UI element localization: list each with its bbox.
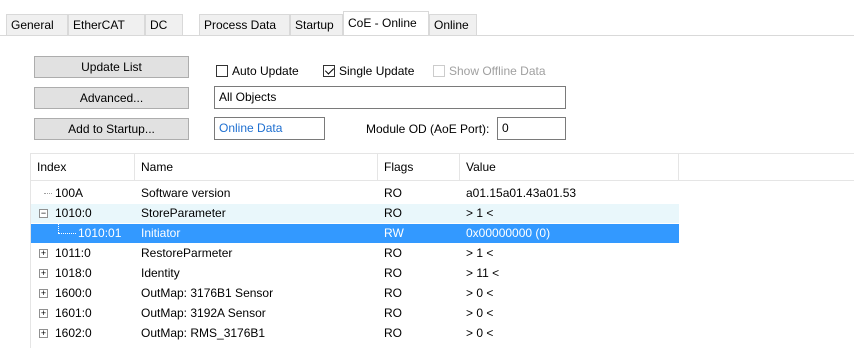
show-offline-data-label: Show Offline Data [449,64,546,78]
table-row[interactable]: 100A Software version RO a01.15a01.43a01… [31,184,679,203]
table-row[interactable]: + 1602:0 OutMap: RMS_3176B1 RO > 0 < [31,324,679,343]
row-flags: RO [384,286,402,300]
table-row-selected[interactable]: 1010:01 Initiator RW 0x00000000 (0) [31,224,679,243]
column-header-index[interactable]: Index [31,154,135,180]
row-index: 100A [55,186,84,200]
table-row[interactable]: + 1600:0 OutMap: 3176B1 Sensor RO > 0 < [31,284,679,303]
row-name: OutMap: RMS_3176B1 [141,326,266,340]
row-name: OutMap: 3176B1 Sensor [141,286,274,300]
row-flags: RO [384,306,402,320]
tab-process-data[interactable]: Process Data [199,14,290,35]
row-flags: RO [384,326,402,340]
row-value: 0x00000000 (0) [466,226,551,240]
column-header-flags[interactable]: Flags [378,154,460,180]
auto-update-checkbox[interactable]: Auto Update [216,63,299,79]
expand-icon[interactable]: + [39,269,48,278]
tree-connector [58,233,76,234]
row-value: a01.15a01.43a01.53 [466,186,577,200]
collapse-icon[interactable]: − [39,209,48,218]
tree-connector [58,224,59,233]
row-index: 1011:0 [55,246,91,260]
auto-update-box[interactable] [216,65,228,77]
row-index: 1010:01 [78,226,122,240]
advanced-button[interactable]: Advanced... [34,87,189,109]
expand-icon[interactable]: + [39,249,48,258]
auto-update-label: Auto Update [232,64,299,78]
table-row[interactable]: + 1601:0 OutMap: 3192A Sensor RO > 0 < [31,304,679,323]
show-offline-data-checkbox: Show Offline Data [433,63,546,79]
single-update-checkbox[interactable]: Single Update [323,63,414,79]
row-name: StoreParameter [141,206,226,220]
single-update-box[interactable] [323,65,335,77]
table-row[interactable]: + 1018:0 Identity RO > 11 < [31,264,679,283]
table-row[interactable]: + 1011:0 RestoreParmeter RO > 1 < [31,244,679,263]
expand-icon[interactable]: + [39,289,48,298]
column-header-name[interactable]: Name [135,154,378,180]
tab-general[interactable]: General [6,14,68,35]
single-update-label: Single Update [339,64,415,78]
row-value: > 0 < [466,326,494,340]
row-value: > 0 < [466,286,494,300]
row-value: > 0 < [466,306,494,320]
row-name: Identity [141,266,180,280]
row-flags: RO [384,186,402,200]
row-name: Initiator [141,226,181,240]
row-index: 1010:0 [55,206,92,220]
row-flags: RO [384,206,402,220]
table-row[interactable]: − 1010:0 StoreParameter RO > 1 < [31,204,679,223]
data-source-field[interactable]: Online Data [214,117,325,140]
tab-baseline [0,35,854,36]
row-name: OutMap: 3192A Sensor [141,306,266,320]
column-header-value[interactable]: Value [460,154,679,180]
row-value: > 11 < [466,266,500,280]
tree-connector [44,193,52,194]
row-flags: RW [384,226,404,240]
show-offline-data-box [433,65,445,77]
row-name: Software version [141,186,231,200]
row-flags: RO [384,246,402,260]
tab-startup[interactable]: Startup [290,14,343,35]
object-filter-field[interactable]: All Objects [214,86,566,109]
expand-icon[interactable]: + [39,309,48,318]
row-index: 1601:0 [55,306,92,320]
module-od-label: Module OD (AoE Port): [366,122,490,136]
row-value: > 1 < [466,206,494,220]
expand-icon[interactable]: + [39,329,48,338]
update-list-button[interactable]: Update List [34,56,189,78]
coe-object-list[interactable]: Index Name Flags Value 100A Software ver… [30,153,854,348]
module-od-field[interactable]: 0 [497,117,566,140]
add-to-startup-button[interactable]: Add to Startup... [34,118,189,140]
list-header: Index Name Flags Value [31,154,854,181]
row-index: 1018:0 [55,266,92,280]
row-name: RestoreParmeter [141,246,233,260]
row-value: > 1 < [466,246,494,260]
row-index: 1602:0 [55,326,92,340]
row-index: 1600:0 [55,286,92,300]
row-flags: RO [384,266,402,280]
tab-coe-online[interactable]: CoE - Online [343,11,429,36]
tab-strip: General EtherCAT DC Process Data Startup… [0,0,854,36]
tab-ethercat[interactable]: EtherCAT [68,14,145,35]
tab-online[interactable]: Online [429,14,477,35]
tab-dc[interactable]: DC [145,14,183,35]
